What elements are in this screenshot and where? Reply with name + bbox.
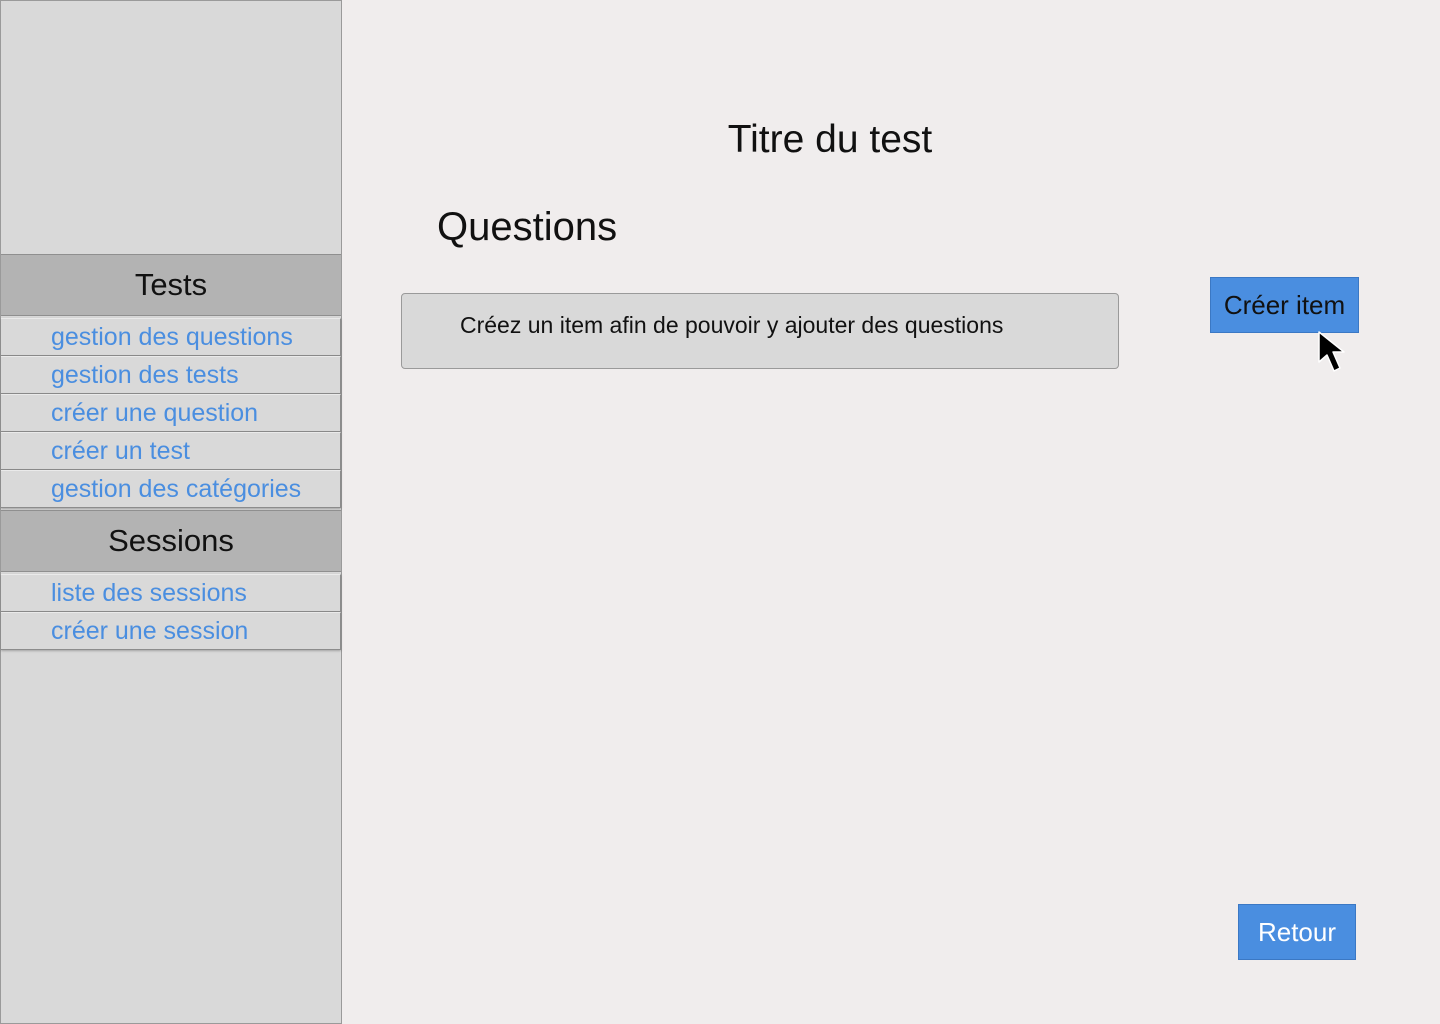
sidebar-item-gestion-des-categories[interactable]: gestion des catégories: [1, 470, 341, 508]
empty-items-notice: Créez un item afin de pouvoir y ajouter …: [401, 293, 1119, 369]
sidebar-item-creer-une-question[interactable]: créer une question: [1, 394, 341, 432]
arrow-cursor-icon: [1318, 331, 1345, 372]
questions-heading: Questions: [437, 205, 618, 249]
back-button[interactable]: Retour: [1238, 904, 1356, 960]
sidebar-section-tests-header: Tests: [1, 254, 341, 316]
sidebar-item-liste-des-sessions[interactable]: liste des sessions: [1, 574, 341, 612]
sidebar-item-creer-un-test[interactable]: créer un test: [1, 432, 341, 470]
app-window: Tests gestion des questions gestion des …: [0, 0, 1440, 1024]
empty-items-notice-text: Créez un item afin de pouvoir y ajouter …: [460, 312, 1004, 338]
sidebar: Tests gestion des questions gestion des …: [0, 0, 342, 1024]
sidebar-section-sessions-header: Sessions: [1, 510, 341, 572]
sidebar-item-creer-une-session[interactable]: créer une session: [1, 612, 341, 650]
create-item-button[interactable]: Créer item: [1210, 277, 1359, 333]
sidebar-item-gestion-des-tests[interactable]: gestion des tests: [1, 356, 341, 394]
page-title: Titre du test: [727, 118, 933, 161]
sidebar-item-gestion-des-questions[interactable]: gestion des questions: [1, 318, 341, 356]
